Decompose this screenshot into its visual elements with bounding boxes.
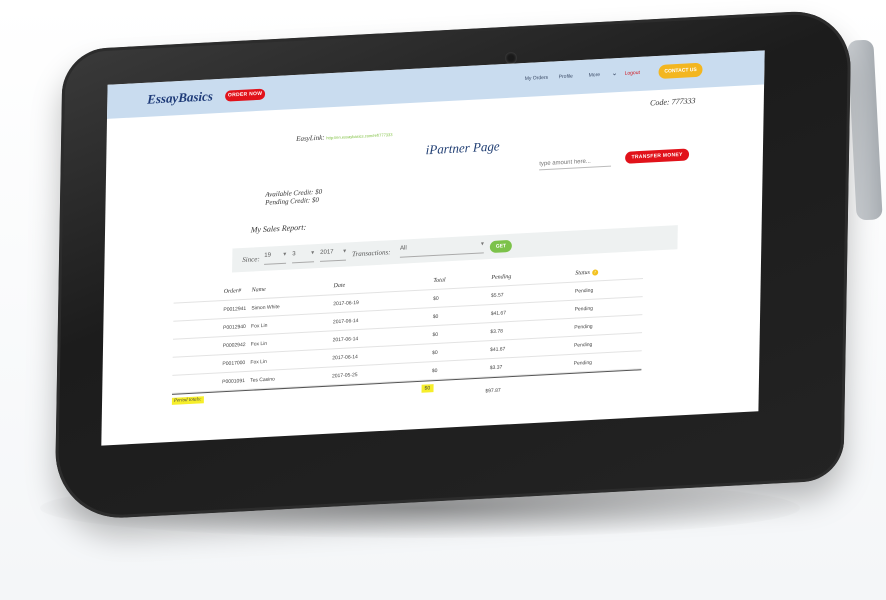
nav-profile[interactable]: Profile [559,73,573,80]
month-value: 3 [292,251,296,258]
order-id: P0012940 [223,323,246,332]
chevron-down-icon: ▾ [480,241,485,248]
order-pending: $3.78 [490,328,503,336]
order-pending: $41.67 [490,310,507,318]
transactions-label: Transactions: [352,248,391,259]
chevron-down-icon: ▾ [343,248,347,255]
order-pending: $3.37 [489,364,503,372]
col-total: Total [433,277,446,285]
partner-code: Code: 777333 [649,96,696,108]
order-date: 2017-06-19 [333,299,359,308]
site-logo[interactable]: EssayBasics [147,88,213,107]
order-date: 2017-06-14 [332,336,359,344]
order-status: Pending [574,305,593,313]
day-select[interactable]: 19 ▾ [264,251,287,265]
order-date: 2017-06-14 [332,354,358,362]
sales-table: Order# Name Date Total Pending Status? P… [171,261,644,412]
customer-name: Fox Lin [250,358,267,366]
easylink: EasyLink: http://en.essaybasics.com/ref/… [296,130,392,143]
tablet-side-edge [847,39,883,221]
chevron-down-icon: ▾ [311,250,315,257]
order-total: $0 [431,367,438,375]
contact-us-button[interactable]: CONTACT US [658,62,703,79]
day-value: 19 [264,252,271,259]
col-pending: Pending [491,273,512,281]
order-id: P0002942 [222,341,246,350]
col-order: Order# [223,288,242,296]
customer-name: Fox Lin [250,340,268,348]
month-select[interactable]: 3 ▾ [292,250,315,264]
camera-icon [505,52,517,64]
easylink-url[interactable]: http://en.essaybasics.com/ref/777333 [326,132,392,140]
col-status-label: Status [575,269,590,277]
info-icon[interactable]: ? [591,269,598,276]
transfer-amount-input[interactable] [539,154,612,171]
col-name: Name [251,286,266,294]
transactions-select[interactable]: All ▾ [399,241,485,258]
sales-report-heading: My Sales Report: [250,222,307,235]
order-pending: $5.57 [490,292,504,300]
customer-name: Simon White [251,304,280,312]
since-label: Since: [242,255,260,265]
device-stage: EssayBasics ORDER NOW My Orders Profile … [0,0,886,600]
order-total: $0 [433,295,439,303]
order-status: Pending [573,359,593,367]
order-total: $0 [432,313,439,321]
easylink-label: EasyLink: [296,133,325,144]
order-pending: $41.67 [490,346,506,354]
year-value: 2017 [320,249,334,256]
nav-logout[interactable]: Logout [625,70,640,77]
order-id: P0012941 [223,305,247,314]
period-totals-label: Period totals: [171,396,204,405]
order-date: 2017-05-25 [331,372,358,380]
period-total-value: $0 [421,384,434,393]
col-status: Status? [575,269,598,277]
customer-name: Tes Casino [250,376,275,384]
nav-more[interactable]: More [589,72,600,79]
order-date: 2017-06-14 [332,317,359,326]
order-total: $0 [432,349,438,357]
year-select[interactable]: 2017 ▾ [320,248,347,262]
tablet-screen: EssayBasics ORDER NOW My Orders Profile … [101,50,765,446]
pending-credit: Pending Credit: $0 [265,195,319,207]
chevron-down-icon[interactable]: ⌄ [612,69,618,77]
col-date: Date [333,282,346,290]
get-button[interactable]: GET [489,239,512,254]
customer-name: Fox Lin [250,322,268,330]
transfer-money-button[interactable]: TRANSFER MONEY [625,148,690,164]
transactions-value: All [400,245,407,252]
chevron-down-icon: ▾ [283,251,287,258]
order-status: Pending [573,341,593,349]
page-title: iPartner Page [425,138,500,158]
order-status: Pending [574,323,593,331]
nav-my-orders[interactable]: My Orders [525,75,548,82]
order-id: P0001091 [222,378,245,386]
order-now-button[interactable]: ORDER NOW [225,88,266,102]
order-status: Pending [574,287,594,295]
period-pending-value: $97.87 [485,387,501,395]
order-total: $0 [432,331,439,339]
order-id: P0017000 [222,359,246,368]
